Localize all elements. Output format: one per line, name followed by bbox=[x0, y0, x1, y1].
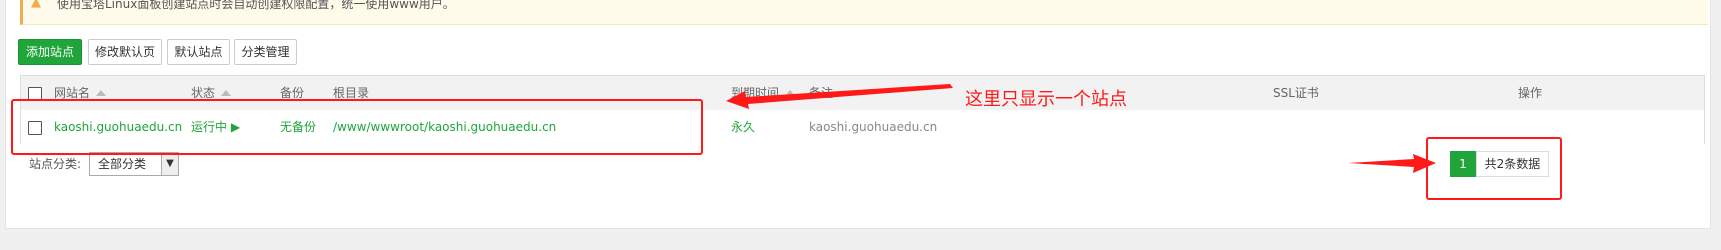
annotation-arrow-left bbox=[726, 84, 953, 109]
annotation-arrow-right bbox=[1348, 154, 1436, 173]
annotation-arrows bbox=[726, 84, 1436, 173]
